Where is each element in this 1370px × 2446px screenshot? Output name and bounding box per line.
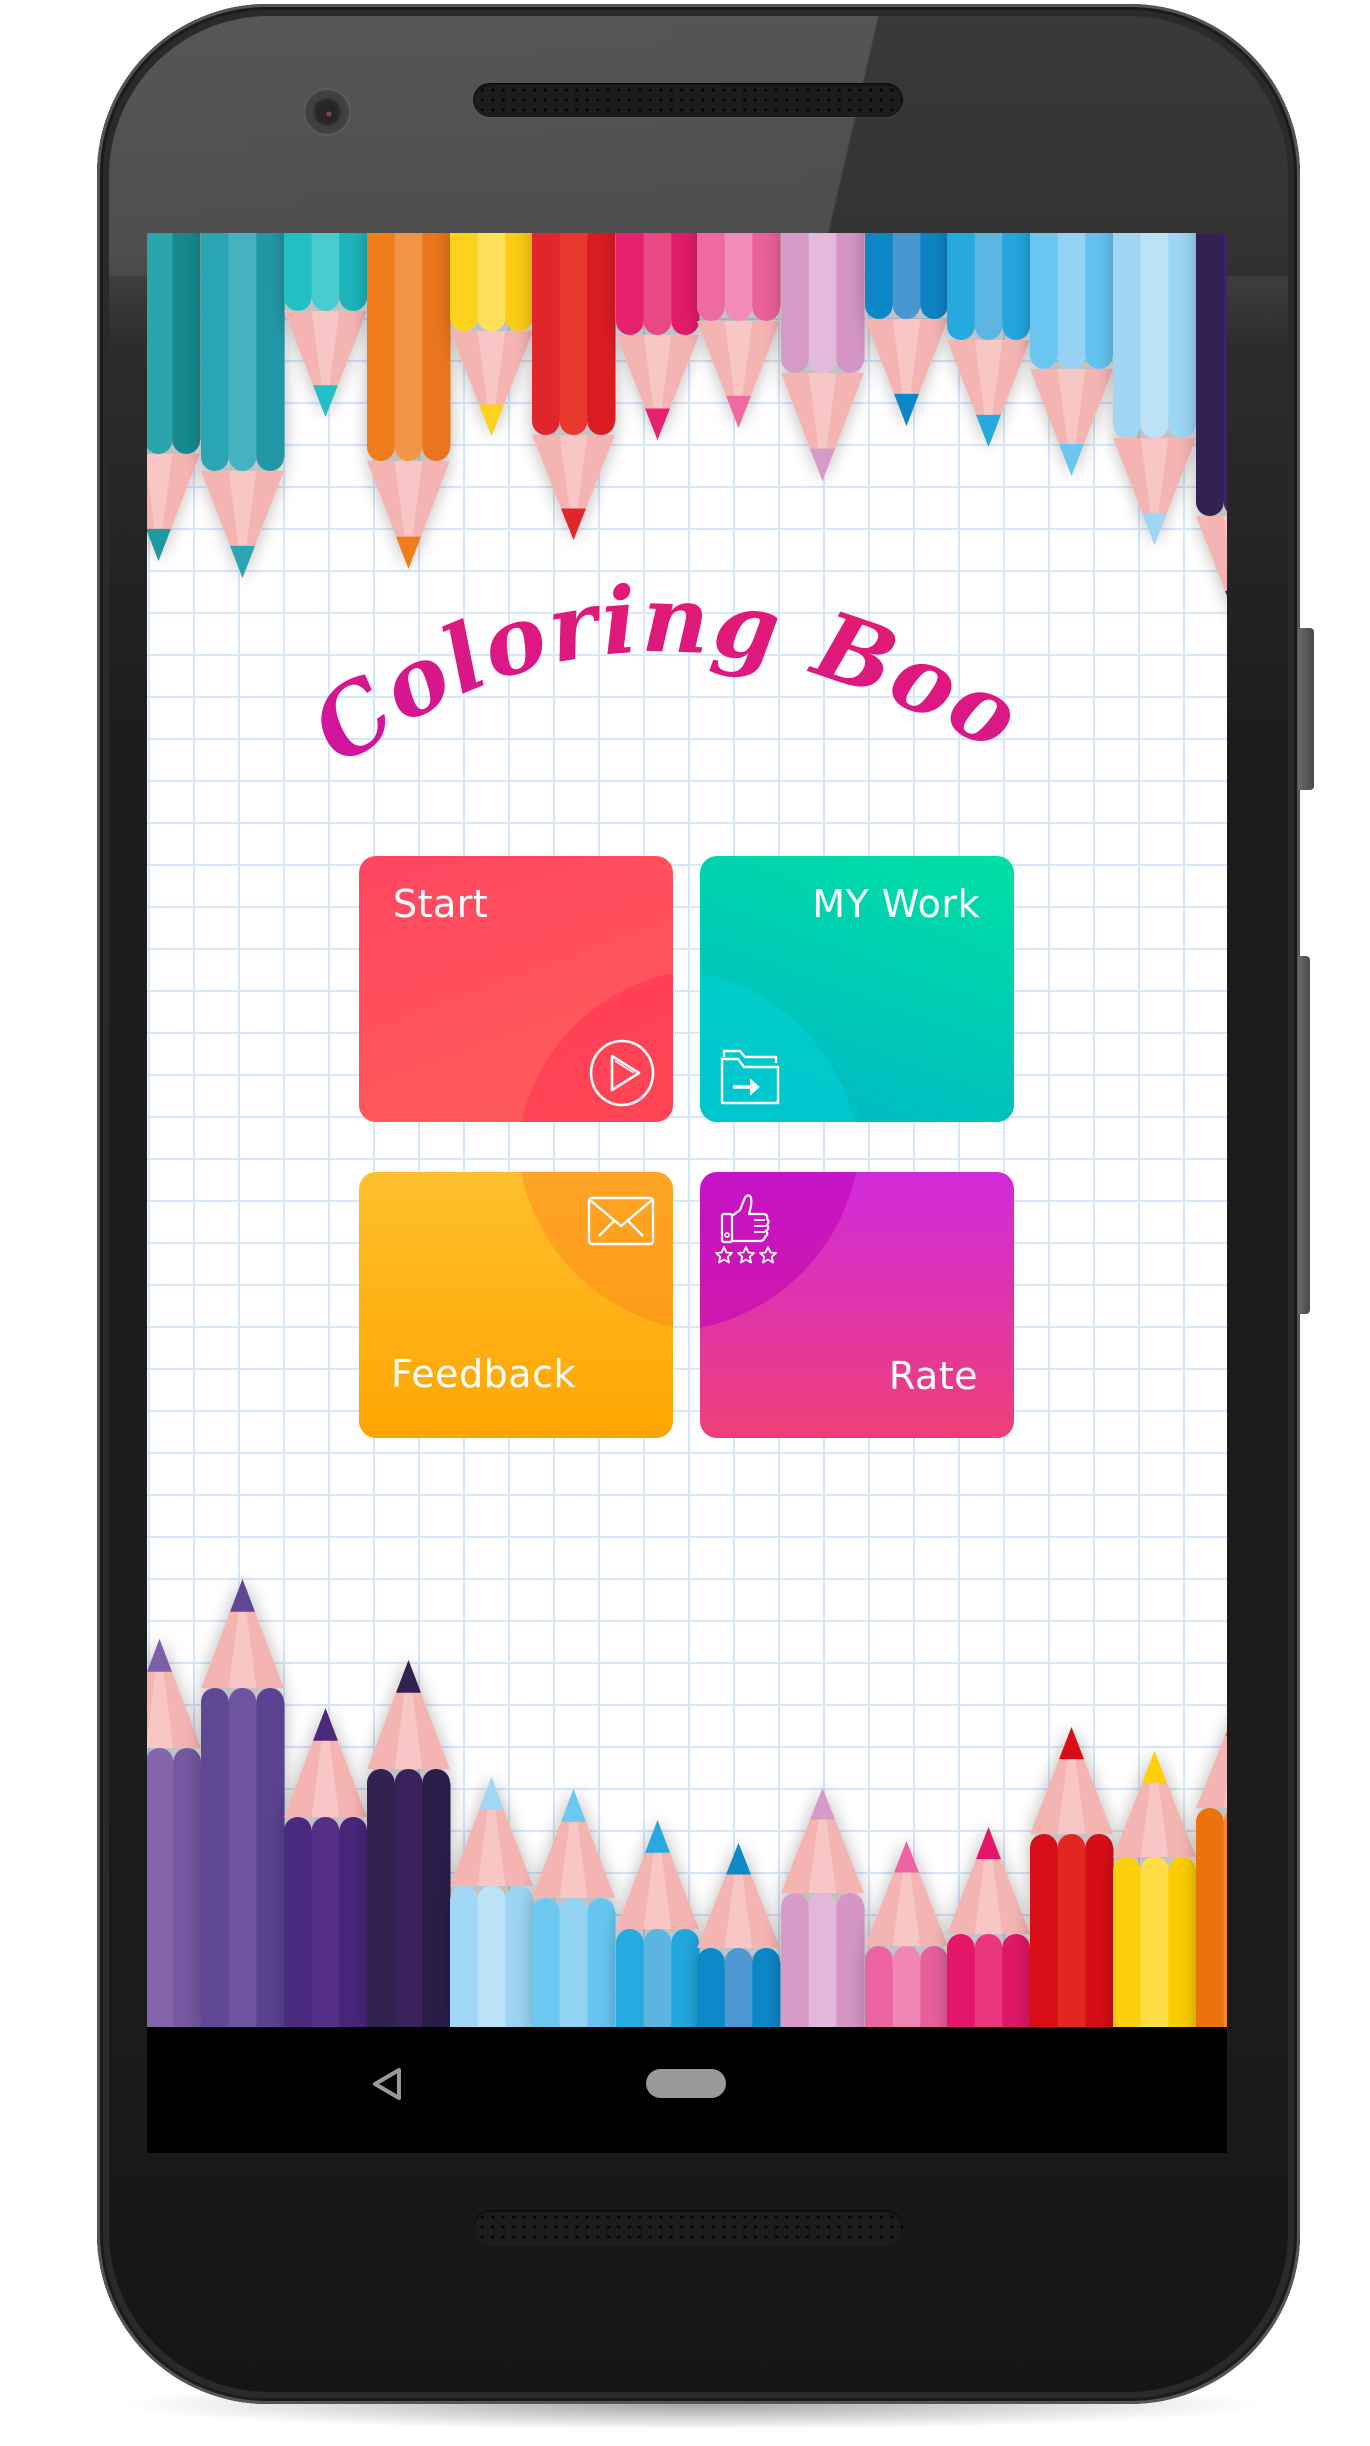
- bottom-pencil-11: [947, 1827, 1031, 2027]
- top-pencil-12: [1030, 233, 1114, 476]
- bottom-pencil-12: [1030, 1727, 1114, 2027]
- top-pencil-9: [781, 233, 865, 481]
- bottom-pencil-2: [201, 1579, 285, 2027]
- folder-arrow-icon: [720, 1049, 780, 1105]
- my-work-label: MY Work: [812, 882, 980, 926]
- feedback-button[interactable]: Feedback: [359, 1172, 673, 1438]
- bottom-speaker: [473, 2210, 903, 2244]
- app-home-screen: Coloring Book Start MY Work Fe: [147, 233, 1227, 2027]
- power-button[interactable]: [1298, 628, 1314, 790]
- app-title-text: Coloring Book: [297, 553, 1036, 785]
- navigation-bar: [147, 2027, 1227, 2153]
- bottom-pencil-5: [450, 1777, 534, 2027]
- top-pencil-11: [947, 233, 1031, 447]
- bottom-pencil-4: [367, 1660, 451, 2027]
- top-pencil-13: [1113, 233, 1197, 545]
- front-camera: [305, 90, 349, 134]
- pencil-decoration: [147, 233, 1227, 2027]
- thumbs-up-stars-icon: [715, 1194, 777, 1264]
- bottom-pencil-14: [1196, 1731, 1227, 2027]
- rate-button[interactable]: Rate: [700, 1172, 1014, 1438]
- bottom-pencil-10: [865, 1841, 949, 2027]
- bottom-pencil-13: [1113, 1751, 1197, 2027]
- svg-text:Coloring Book: Coloring Book: [297, 553, 1038, 785]
- top-pencil-6: [532, 233, 616, 540]
- earpiece-speaker: [473, 83, 903, 117]
- rate-label: Rate: [888, 1354, 978, 1398]
- bottom-pencil-row: [147, 1579, 1227, 2027]
- start-button[interactable]: Start: [359, 856, 673, 1122]
- back-triangle-icon: [373, 2068, 401, 2100]
- top-pencil-10: [865, 233, 949, 426]
- top-pencil-4: [367, 233, 451, 569]
- home-button[interactable]: [646, 2069, 726, 2098]
- top-pencil-7: [616, 233, 700, 440]
- bottom-pencil-9: [781, 1788, 865, 2027]
- envelope-icon: [587, 1196, 655, 1246]
- top-pencil-1: [147, 233, 201, 561]
- device-screen: Coloring Book Start MY Work Fe: [147, 233, 1227, 2153]
- bottom-pencil-7: [616, 1820, 700, 2027]
- start-label: Start: [393, 882, 489, 926]
- top-pencil-8: [697, 233, 781, 428]
- bottom-pencil-1: [147, 1639, 202, 2027]
- top-pencil-14: [1196, 233, 1227, 596]
- top-pencil-2: [201, 233, 285, 578]
- volume-rocker[interactable]: [1298, 956, 1310, 1314]
- my-work-button[interactable]: MY Work: [700, 856, 1014, 1122]
- bottom-pencil-6: [532, 1789, 616, 2027]
- top-pencil-5: [450, 233, 534, 436]
- top-pencil-3: [284, 233, 368, 417]
- app-title: Coloring Book: [297, 553, 1038, 785]
- back-button[interactable]: [372, 2067, 402, 2101]
- bottom-pencil-8: [697, 1843, 781, 2027]
- feedback-label: Feedback: [391, 1352, 576, 1396]
- play-circle-icon: [589, 1039, 655, 1107]
- bottom-pencil-3: [284, 1708, 368, 2027]
